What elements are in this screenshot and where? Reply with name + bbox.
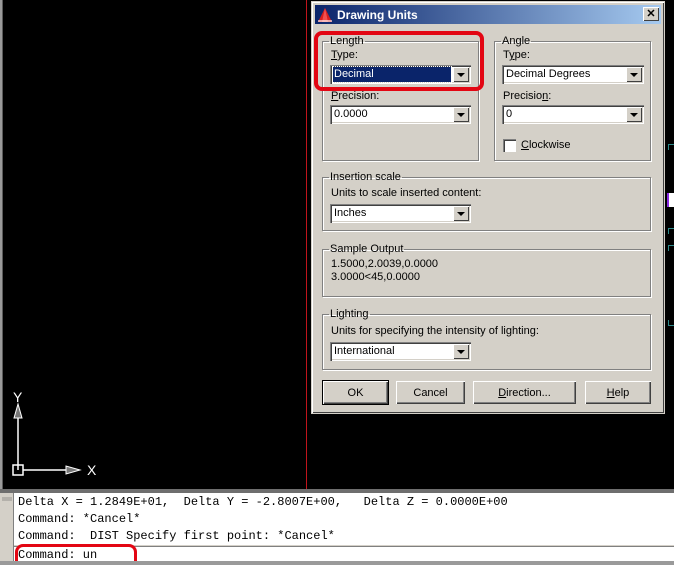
drawing-units-dialog: Drawing Units ✕ Length Type: Decimal Pre… bbox=[311, 1, 665, 414]
angle-precision-value: 0 bbox=[506, 108, 513, 120]
angle-precision-select[interactable]: 0 bbox=[502, 105, 644, 124]
command-window: Delta X = 1.2849E+01, Delta Y = -2.8007E… bbox=[0, 489, 674, 565]
length-precision-label: Precision: bbox=[331, 90, 379, 102]
grip-marker-icon bbox=[667, 193, 674, 207]
angle-type-label-text: pe: bbox=[514, 49, 530, 61]
angle-group-label: Angle bbox=[502, 35, 531, 47]
chevron-down-icon bbox=[457, 211, 465, 216]
sample-output-line-1: 1.5000,2.0039,0.0000 bbox=[331, 258, 439, 270]
length-precision-value: 0.0000 bbox=[334, 108, 368, 120]
length-group-label: Length bbox=[330, 35, 364, 47]
angle-type-label: Type: bbox=[503, 49, 530, 61]
command-history-line: Command: DIST Specify first point: *Canc… bbox=[18, 529, 335, 543]
angle-type-select[interactable]: Decimal Degrees bbox=[502, 65, 644, 84]
length-type-label-text: ype: bbox=[337, 49, 358, 61]
direction-button-accel: D bbox=[498, 386, 507, 399]
angle-precision-label-text: : bbox=[548, 90, 552, 102]
cancel-button[interactable]: Cancel bbox=[396, 381, 465, 404]
insertion-scale-value: Inches bbox=[334, 207, 367, 219]
clockwise-label[interactable]: Clockwise bbox=[521, 139, 571, 151]
sample-output-group-label: Sample Output bbox=[330, 243, 404, 255]
ok-button[interactable]: OK bbox=[322, 380, 389, 405]
lighting-units-value: International bbox=[334, 345, 395, 357]
canvas-edge-mark bbox=[668, 320, 674, 326]
chevron-down-icon bbox=[630, 72, 638, 77]
help-button-accel: H bbox=[606, 386, 615, 399]
length-type-dropdown-button[interactable] bbox=[453, 67, 469, 82]
command-window-handle[interactable] bbox=[0, 493, 14, 565]
command-prompt-text: Command: un bbox=[18, 548, 98, 562]
command-history-line: Delta X = 1.2849E+01, Delta Y = -2.8007E… bbox=[18, 495, 508, 509]
canvas-edge-mark bbox=[668, 228, 674, 234]
angle-precision-dropdown-button[interactable] bbox=[626, 107, 642, 122]
angle-type-dropdown-button[interactable] bbox=[626, 67, 642, 82]
canvas-edge-mark bbox=[668, 144, 674, 150]
angle-type-value: Decimal Degrees bbox=[506, 68, 591, 80]
lighting-units-dropdown-button[interactable] bbox=[453, 344, 469, 359]
angle-precision-label-pre: Precisio bbox=[503, 90, 543, 102]
lighting-units-select[interactable]: International bbox=[330, 342, 471, 361]
angle-precision-label: Precision: bbox=[503, 90, 551, 102]
clockwise-label-accel: C bbox=[521, 139, 529, 151]
clockwise-checkbox[interactable] bbox=[503, 139, 516, 152]
direction-button-text: irection... bbox=[506, 386, 551, 399]
close-icon: ✕ bbox=[646, 7, 656, 20]
chevron-down-icon bbox=[457, 112, 465, 117]
grip-dots-icon bbox=[2, 497, 12, 501]
close-button[interactable]: ✕ bbox=[643, 7, 659, 21]
insertion-scale-group-label: Insertion scale bbox=[330, 171, 401, 183]
sample-output-group: Sample Output bbox=[322, 243, 651, 297]
help-button[interactable]: Help bbox=[585, 381, 651, 404]
ucs-icon: X Y bbox=[12, 389, 97, 478]
sample-output-line-2: 3.0000<45,0.0000 bbox=[331, 271, 421, 283]
length-type-label: Type: bbox=[331, 49, 358, 61]
chevron-down-icon bbox=[457, 349, 465, 354]
command-history[interactable]: Delta X = 1.2849E+01, Delta Y = -2.8007E… bbox=[14, 493, 674, 545]
dialog-title: Drawing Units bbox=[337, 7, 418, 22]
length-type-value: Decimal bbox=[332, 66, 452, 83]
length-precision-select[interactable]: 0.0000 bbox=[330, 105, 471, 124]
insertion-scale-description: Units to scale inserted content: bbox=[331, 187, 482, 199]
insertion-scale-select[interactable]: Inches bbox=[330, 204, 471, 223]
length-precision-dropdown-button[interactable] bbox=[453, 107, 469, 122]
ucs-y-label: Y bbox=[13, 389, 23, 405]
canvas-left-border bbox=[0, 0, 3, 489]
canvas-edge-mark bbox=[668, 245, 674, 251]
autocad-app-icon bbox=[318, 7, 332, 22]
status-bar bbox=[0, 561, 674, 565]
chevron-down-icon bbox=[630, 112, 638, 117]
command-history-line: Command: *Cancel* bbox=[18, 512, 141, 526]
direction-button[interactable]: Direction... bbox=[473, 381, 576, 404]
chevron-down-icon bbox=[457, 72, 465, 77]
help-button-text: elp bbox=[614, 386, 630, 399]
insertion-scale-dropdown-button[interactable] bbox=[453, 206, 469, 221]
length-precision-label-text: recision: bbox=[338, 90, 380, 102]
lighting-group-label: Lighting bbox=[330, 308, 369, 320]
ucs-x-label: X bbox=[87, 462, 97, 478]
length-type-select[interactable]: Decimal bbox=[330, 65, 471, 84]
crosshair-vertical-line bbox=[306, 0, 307, 489]
dialog-titlebar[interactable]: Drawing Units ✕ bbox=[315, 5, 661, 24]
lighting-description: Units for specifying the intensity of li… bbox=[331, 325, 539, 337]
clockwise-label-text: lockwise bbox=[528, 139, 571, 151]
